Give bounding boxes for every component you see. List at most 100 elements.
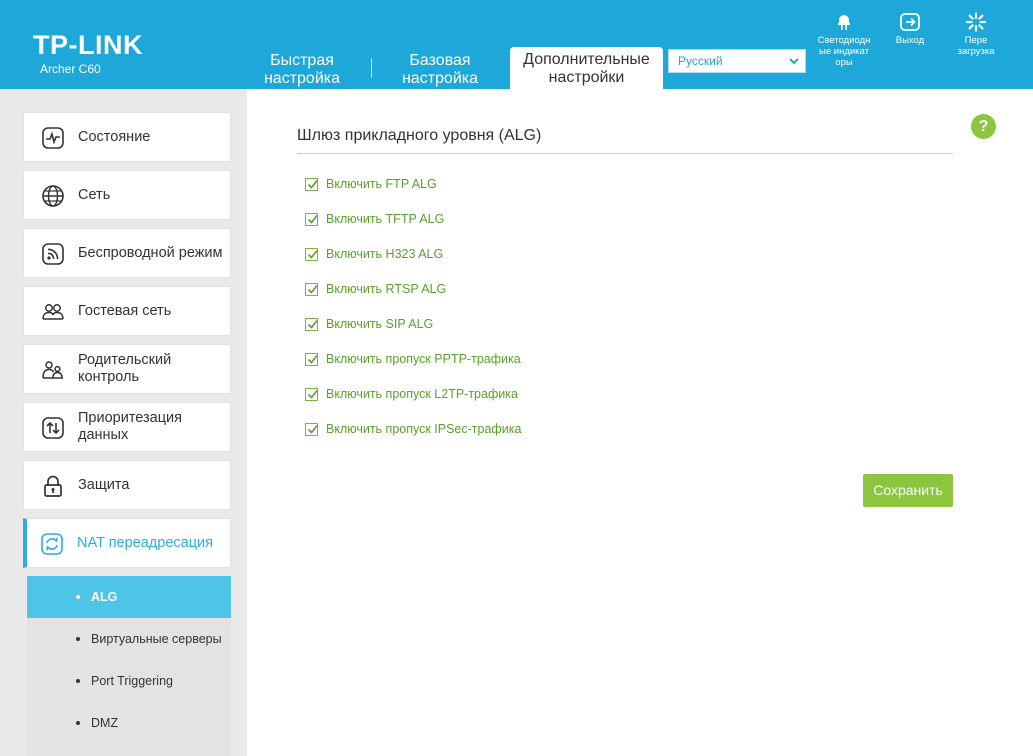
sidebar-item-guest-network[interactable]: Гостевая сеть xyxy=(23,286,231,336)
checkmark-icon xyxy=(307,389,318,399)
tab-quick-setup-line2: настройка xyxy=(263,70,341,87)
submenu-item-label: DMZ xyxy=(91,716,119,730)
checkbox-pptp-passthrough[interactable]: Включить пропуск PPTP-трафика xyxy=(305,351,521,367)
bullet xyxy=(76,721,80,725)
sidebar-item-security[interactable]: Защита xyxy=(23,460,231,510)
submenu-item-alg[interactable]: ALG xyxy=(27,576,231,618)
checkbox-ftp-alg[interactable]: Включить FTP ALG xyxy=(305,176,437,192)
status-icon xyxy=(42,127,64,149)
submenu-item-dmz[interactable]: DMZ xyxy=(27,702,231,744)
submenu-item-port-triggering[interactable]: Port Triggering xyxy=(27,660,231,702)
checkmark-icon xyxy=(307,319,318,329)
logout-icon xyxy=(900,13,920,31)
tab-basic[interactable]: Базовая настройка xyxy=(390,52,490,93)
sidebar-item-label: Родительский контроль xyxy=(78,352,172,385)
checkbox-ipsec-passthrough[interactable]: Включить пропуск IPSec-трафика xyxy=(305,421,521,437)
sidebar-item-label: Состояние xyxy=(78,128,151,145)
tab-advanced-line1: Дополнительные xyxy=(523,51,650,68)
help-icon[interactable]: ? xyxy=(971,114,996,139)
reboot-button[interactable]: Пере загрузка xyxy=(950,12,1002,57)
tab-divider xyxy=(371,58,372,78)
tab-basic-line2: настройка xyxy=(401,70,479,87)
sidebar-item-label: Гостевая сеть xyxy=(78,302,172,319)
checkbox[interactable] xyxy=(305,352,318,366)
sidebar-item-label: Защита xyxy=(78,476,130,493)
checkmark-icon xyxy=(307,354,318,364)
checkbox[interactable] xyxy=(305,387,318,401)
checkbox[interactable] xyxy=(305,212,318,226)
logout-label: Выход xyxy=(895,35,925,46)
checkbox[interactable] xyxy=(305,177,318,191)
checkmark-icon xyxy=(307,424,318,434)
checkbox[interactable] xyxy=(305,282,318,296)
logout-button[interactable]: Выход xyxy=(885,12,935,46)
reboot-label-2: загрузка xyxy=(957,46,995,57)
submenu-item-virtual-servers[interactable]: Виртуальные серверы xyxy=(27,618,231,660)
submenu-item-label: ALG xyxy=(91,590,118,604)
checkbox-label: Включить пропуск IPSec-трафика xyxy=(326,422,522,436)
checkbox[interactable] xyxy=(305,247,318,261)
page-title: Шлюз прикладного уровня (ALG) xyxy=(297,127,542,144)
checkbox-label: Включить пропуск PPTP-трафика xyxy=(326,352,521,366)
chevron-down-icon xyxy=(786,53,802,69)
sidebar-item-network[interactable]: Сеть xyxy=(23,170,231,220)
brand-logo: TP-LINK xyxy=(33,30,143,60)
tab-quick-setup[interactable]: Быстрая настройка xyxy=(252,52,352,93)
checkmark-icon xyxy=(307,179,318,189)
nat-submenu: ALG Виртуальные серверы Port Triggering … xyxy=(27,576,231,756)
model-name: Archer C60 xyxy=(40,62,101,76)
sidebar-item-label: Сеть xyxy=(78,186,111,203)
sidebar-item-label: NAT переадресация xyxy=(77,534,213,551)
sidebar-item-qos[interactable]: Приоритезация данных xyxy=(23,402,231,452)
checkbox-label: Включить TFTP ALG xyxy=(326,212,445,226)
submenu-item-label: Виртуальные серверы xyxy=(91,632,222,646)
led-label-3: оры xyxy=(835,57,853,68)
top-header: TP-LINK Archer C60 Быстрая настройка Баз… xyxy=(0,0,1033,89)
guest-network-icon xyxy=(42,304,64,320)
language-value: Русский xyxy=(678,54,723,68)
reboot-label-1: Пере xyxy=(964,35,988,46)
sidebar-item-label: Приоритезация данных xyxy=(78,410,183,443)
checkbox-h323-alg[interactable]: Включить H323 ALG xyxy=(305,246,443,262)
led-label-1: Светодиодн xyxy=(817,35,871,46)
language-select[interactable]: Русский xyxy=(668,49,806,73)
sidebar-item-status[interactable]: Состояние xyxy=(23,112,231,162)
checkmark-icon xyxy=(307,249,318,259)
sidebar-item-wireless[interactable]: Беспроводной режим xyxy=(23,228,231,278)
bullet xyxy=(76,595,80,599)
lock-icon xyxy=(44,475,62,497)
checkbox[interactable] xyxy=(305,317,318,331)
checkbox-label: Включить H323 ALG xyxy=(326,247,444,261)
checkbox-label: Включить FTP ALG xyxy=(326,177,437,191)
tab-quick-setup-line1: Быстрая xyxy=(270,52,334,69)
led-button[interactable]: Светодиодн ые индикат оры xyxy=(812,12,876,68)
sidebar-item-parental-control[interactable]: Родительский контроль xyxy=(23,344,231,394)
parental-control-icon xyxy=(42,361,63,379)
reboot-icon xyxy=(965,12,987,32)
sidebar-item-label: Беспроводной режим xyxy=(78,244,223,261)
checkbox-tftp-alg[interactable]: Включить TFTP ALG xyxy=(305,211,444,227)
save-button[interactable]: Сохранить xyxy=(863,474,953,507)
checkbox-label: Включить пропуск L2TP-трафика xyxy=(326,387,518,401)
checkbox-l2tp-passthrough[interactable]: Включить пропуск L2TP-трафика xyxy=(305,386,518,402)
bullet xyxy=(76,637,80,641)
checkmark-icon xyxy=(307,284,318,294)
led-label-2: ые индикат xyxy=(819,46,869,57)
tab-advanced-line2: настройки xyxy=(548,69,625,86)
tab-basic-line1: Базовая xyxy=(409,52,471,69)
tab-advanced[interactable]: Дополнительные настройки xyxy=(510,47,663,89)
checkbox-sip-alg[interactable]: Включить SIP ALG xyxy=(305,316,433,332)
globe-icon xyxy=(42,185,64,207)
checkbox-label: Включить SIP ALG xyxy=(326,317,434,331)
wireless-icon xyxy=(42,243,64,265)
sidebar: Состояние Сеть Беспроводной режим Гостев… xyxy=(0,89,247,756)
led-icon xyxy=(838,15,850,30)
checkbox-rtsp-alg[interactable]: Включить RTSP ALG xyxy=(305,281,446,297)
qos-icon xyxy=(42,417,64,439)
checkbox[interactable] xyxy=(305,422,318,436)
title-divider xyxy=(297,153,953,154)
sidebar-item-nat-forwarding[interactable]: NAT переадресация xyxy=(23,518,231,568)
checkbox-label: Включить RTSP ALG xyxy=(326,282,447,296)
nat-icon xyxy=(41,533,63,555)
checkmark-icon xyxy=(307,214,318,224)
